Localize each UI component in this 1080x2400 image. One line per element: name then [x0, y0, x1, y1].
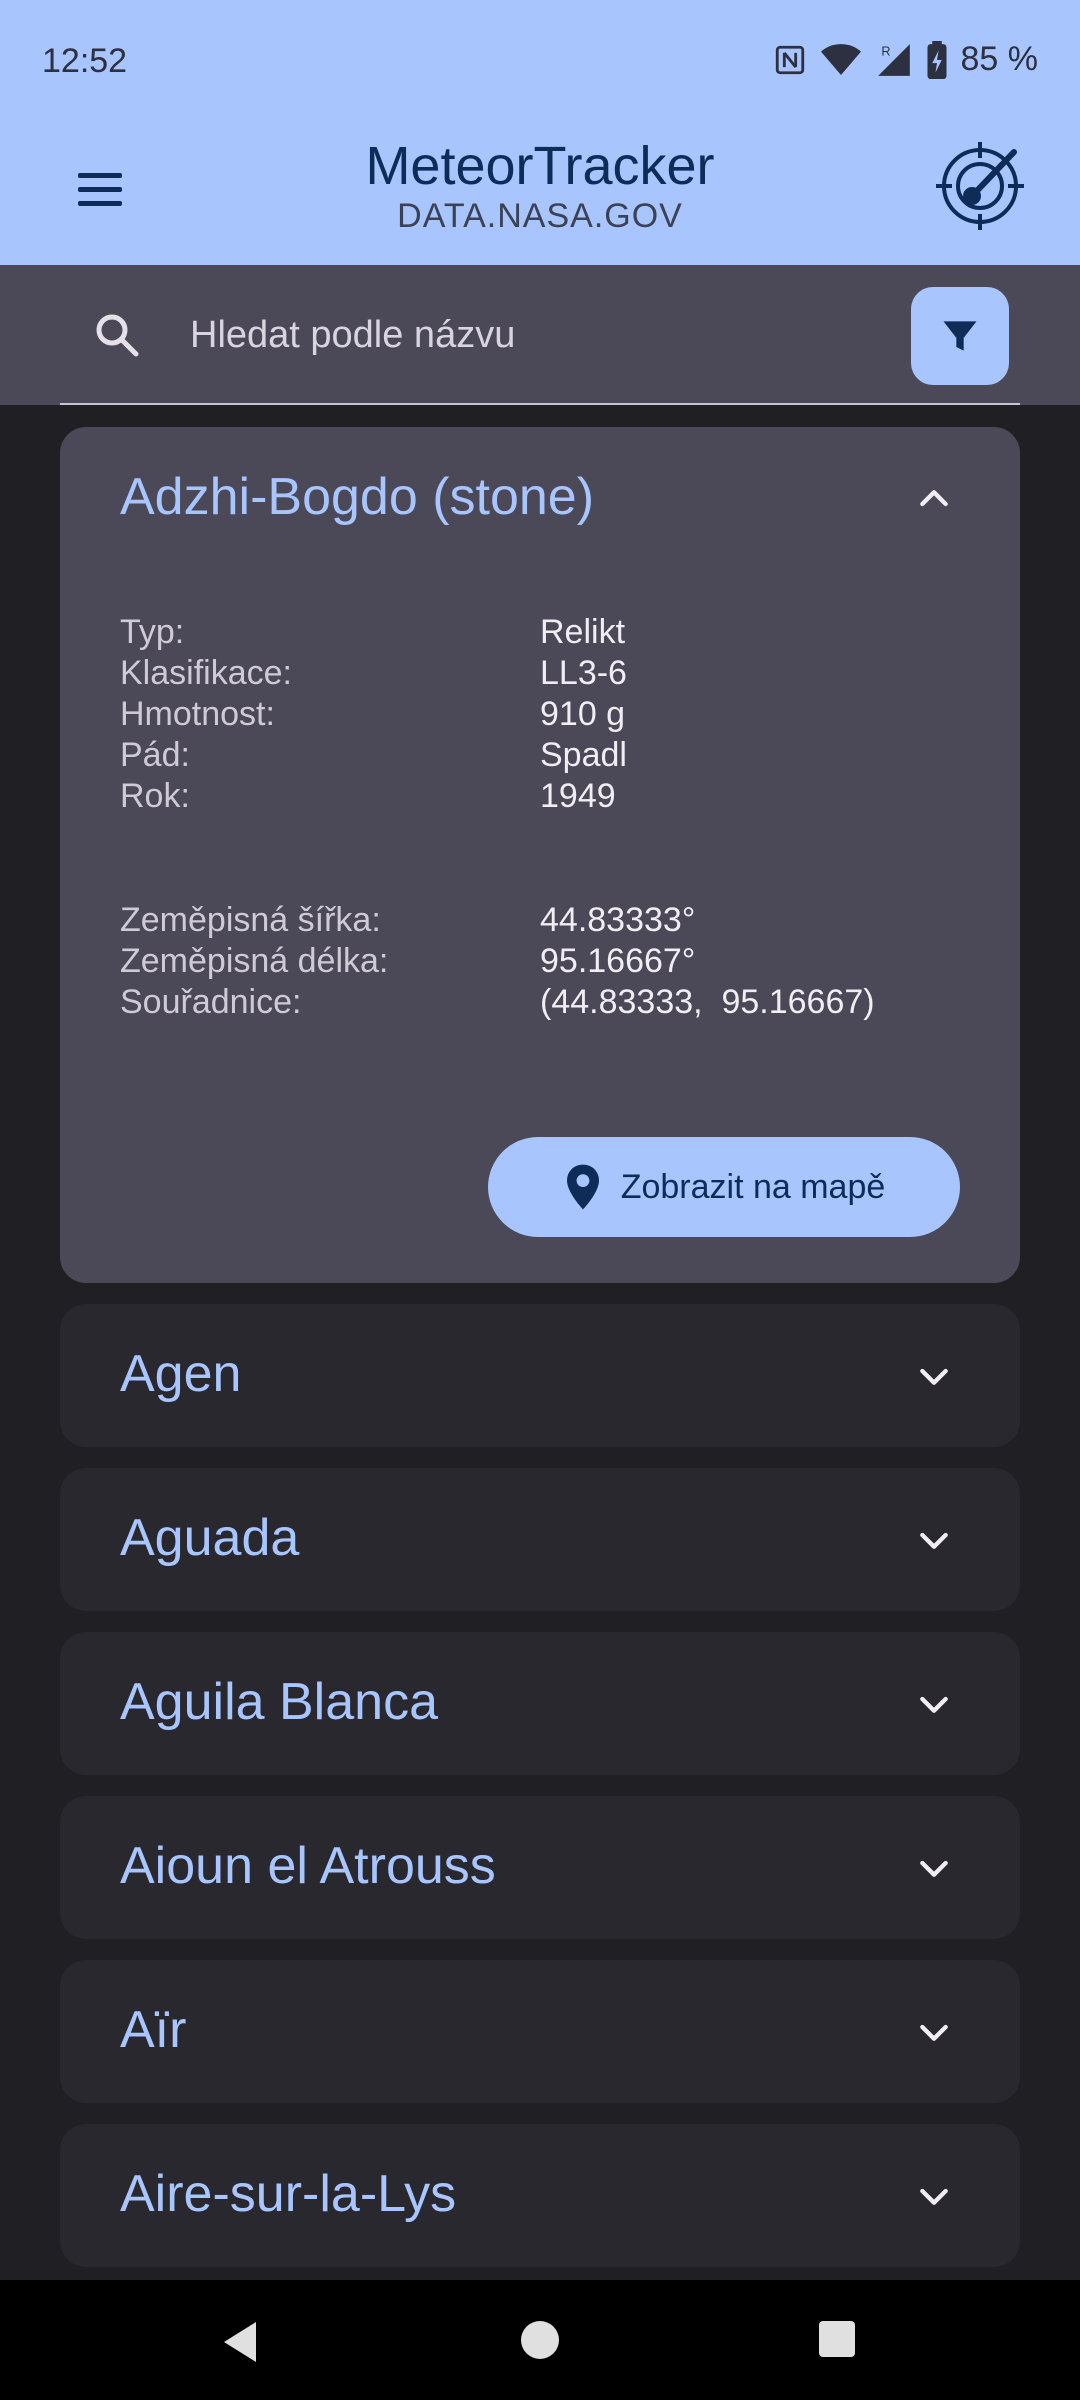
search-underline	[60, 403, 1020, 405]
svg-text:R: R	[881, 44, 890, 58]
app-title: MeteorTracker	[365, 136, 715, 196]
detail-label: Rok:	[120, 777, 190, 815]
detail-value: 44.83333°	[540, 901, 696, 939]
meteorite-card[interactable]: Agen	[60, 1304, 1020, 1447]
battery-percent: 85 %	[960, 40, 1039, 78]
status-bar: 12:52 R 85 %	[0, 0, 1080, 120]
detail-label: Zeměpisná šířka:	[120, 901, 381, 939]
location-pin-icon	[566, 1164, 599, 1210]
signal-icon: R	[877, 43, 910, 76]
card-title: Aioun el Atrouss	[120, 1837, 496, 1895]
chevron-down-icon[interactable]	[914, 2176, 954, 2216]
search-icon	[92, 310, 142, 360]
chevron-down-icon[interactable]	[914, 1684, 954, 1724]
home-icon[interactable]	[520, 2320, 560, 2360]
detail-value: LL3-6	[540, 654, 627, 692]
meteorite-card[interactable]: Aguada	[60, 1468, 1020, 1611]
card-title: Aguila Blanca	[120, 1673, 438, 1731]
chevron-down-icon[interactable]	[914, 1848, 954, 1888]
card-title: Aguada	[120, 1509, 300, 1567]
detail-label: Souřadnice:	[120, 983, 302, 1021]
chevron-down-icon[interactable]	[914, 2012, 954, 2052]
chevron-down-icon[interactable]	[914, 1356, 954, 1396]
detail-label: Klasifikace:	[120, 654, 292, 692]
battery-icon	[927, 40, 946, 79]
detail-value: Spadl	[540, 736, 627, 774]
status-time: 12:52	[42, 42, 128, 80]
recent-apps-icon[interactable]	[818, 2320, 856, 2358]
status-icons: R 85 %	[773, 40, 1039, 79]
detail-value: 1949	[540, 777, 616, 815]
app-logo	[932, 138, 1028, 234]
filter-icon	[943, 321, 977, 351]
search-bar	[0, 265, 1080, 405]
meteorite-card[interactable]: Aïr	[60, 1960, 1020, 2103]
meteor-radar-icon	[936, 142, 1024, 230]
detail-value: 95.16667°	[540, 942, 696, 980]
search-input[interactable]	[190, 305, 870, 365]
app-bar: MeteorTracker DATA.NASA.GOV	[0, 120, 1080, 265]
system-navigation-bar	[0, 2280, 1080, 2400]
wifi-icon	[820, 43, 861, 75]
meteorite-card[interactable]: Aire-sur-la-Lys	[60, 2124, 1020, 2267]
card-title: Aïr	[120, 2001, 187, 2059]
filter-button[interactable]	[911, 287, 1009, 385]
chevron-up-icon[interactable]	[914, 479, 954, 519]
detail-label: Hmotnost:	[120, 695, 275, 733]
detail-label: Zeměpisná délka:	[120, 942, 389, 980]
detail-value: Relikt	[540, 613, 626, 651]
card-title: Agen	[120, 1345, 242, 1403]
detail-value: 910 g	[540, 695, 626, 733]
chevron-down-icon[interactable]	[914, 1520, 954, 1560]
detail-label: Typ:	[120, 613, 185, 651]
detail-value: (44.83333, 95.16667)	[540, 983, 875, 1021]
top-app-area: 12:52 R 85 % MeteorTracker DATA.NASA.GOV	[0, 0, 1080, 265]
detail-label: Pád:	[120, 736, 190, 774]
show-on-map-button[interactable]: Zobrazit na mapě	[488, 1137, 960, 1237]
app-subtitle: DATA.NASA.GOV	[397, 197, 683, 235]
meteorite-card[interactable]: Aioun el Atrouss	[60, 1796, 1020, 1939]
show-on-map-label: Zobrazit na mapě	[620, 1167, 886, 1206]
meteorite-card-expanded[interactable]: Adzhi-Bogdo (stone) Typ: Relikt Klasifik…	[60, 427, 1020, 1283]
nfc-icon	[775, 45, 804, 74]
card-title: Adzhi-Bogdo (stone)	[120, 468, 595, 526]
back-icon[interactable]	[220, 2320, 260, 2364]
card-title: Aire-sur-la-Lys	[120, 2165, 457, 2223]
meteorite-card[interactable]: Aguila Blanca	[60, 1632, 1020, 1775]
